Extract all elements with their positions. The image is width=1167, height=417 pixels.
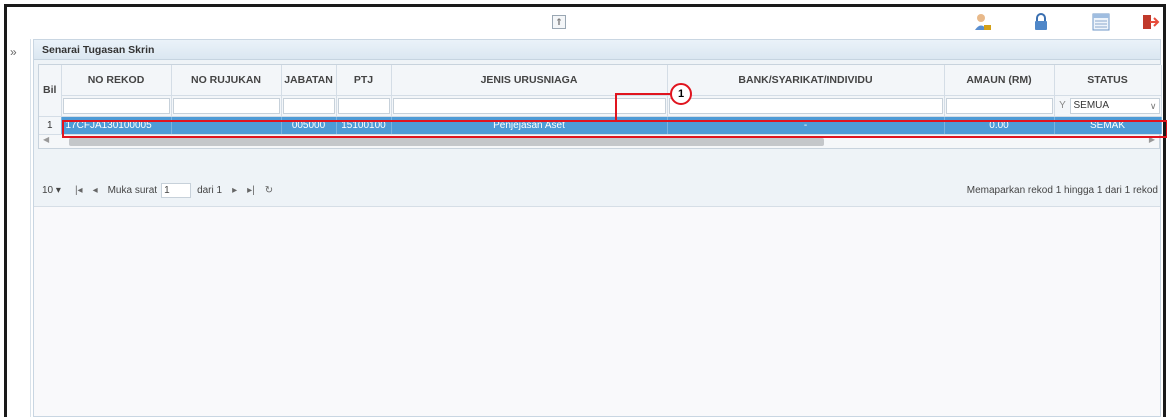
refresh-icon[interactable]: ↻ bbox=[265, 185, 273, 196]
column-header-amaun[interactable]: AMAUN (RM) bbox=[944, 65, 1055, 96]
scrollbar-thumb[interactable] bbox=[69, 138, 824, 146]
exit-icon[interactable] bbox=[1140, 12, 1160, 32]
header-row: Bil NO REKOD NO RUJUKAN JABATAN PTJ JENI… bbox=[39, 65, 1162, 117]
panel-title: Senarai Tugasan Skrin bbox=[34, 40, 1160, 60]
column-header-status[interactable]: STATUS bbox=[1054, 65, 1162, 96]
page-label: Muka surat bbox=[107, 184, 158, 196]
column-header-no-rujukan[interactable]: NO RUJUKAN bbox=[171, 65, 282, 96]
filter-amaun[interactable] bbox=[945, 97, 1053, 114]
filter-ptj[interactable] bbox=[337, 97, 390, 114]
page-total-label: dari 1 bbox=[197, 184, 223, 196]
chevron-down-icon: ∨ bbox=[1149, 100, 1157, 111]
record-info: Memaparkan rekod 1 hingga 1 dari 1 rekod bbox=[966, 184, 1158, 196]
page-number-input[interactable]: 1 bbox=[161, 182, 192, 198]
pager: 10 ▾ |◂ ◂ Muka surat 1 dari 1 ▸ ▸| ↻ Mem… bbox=[38, 180, 1160, 200]
prev-page-icon[interactable]: ◂ bbox=[93, 185, 98, 196]
callout-connector bbox=[615, 93, 673, 121]
first-page-icon[interactable]: |◂ bbox=[75, 185, 83, 196]
next-page-icon[interactable]: ▸ bbox=[232, 185, 237, 196]
expand-sidebar-icon[interactable]: » bbox=[10, 45, 17, 59]
cell-bil: 1 bbox=[39, 116, 62, 134]
filter-no-rekod[interactable] bbox=[62, 97, 170, 114]
scroll-left-icon[interactable]: ◀ bbox=[43, 135, 49, 144]
row-highlight-box bbox=[62, 120, 1167, 138]
column-header-bil[interactable]: Bil bbox=[39, 65, 62, 117]
user-profile-icon[interactable] bbox=[972, 12, 992, 32]
column-header-no-rekod[interactable]: NO REKOD bbox=[61, 65, 172, 96]
empty-content-area bbox=[34, 206, 1160, 416]
lock-icon[interactable] bbox=[1031, 12, 1051, 32]
status-filter-value: SEMUA bbox=[1073, 99, 1110, 111]
collapse-header-button[interactable]: ⇑ bbox=[552, 15, 566, 29]
status-filter-select[interactable]: SEMUA ∨ bbox=[1069, 97, 1160, 114]
task-list-panel: Senarai Tugasan Skrin Bil NO REKOD NO RU… bbox=[33, 39, 1162, 417]
filter-row: Y SEMUA ∨ bbox=[39, 95, 1162, 117]
column-header-ptj[interactable]: PTJ bbox=[336, 65, 392, 96]
filter-bank[interactable] bbox=[668, 97, 943, 114]
filter-funnel-icon[interactable]: Y bbox=[1056, 100, 1070, 111]
column-header-jenis-urusniaga[interactable]: JENIS URUSNIAGA bbox=[391, 65, 668, 96]
page-size-select[interactable]: 10 ▾ bbox=[42, 185, 61, 196]
column-header-bank[interactable]: BANK/SYARIKAT/INDIVIDU bbox=[667, 65, 945, 96]
app-window: ⇑ » Senarai Tugasan Skrin Bil NO REKOD N… bbox=[4, 4, 1167, 417]
column-header-jabatan[interactable]: JABATAN bbox=[281, 65, 337, 96]
list-view-icon[interactable] bbox=[1091, 12, 1111, 32]
last-page-icon[interactable]: ▸| bbox=[247, 185, 255, 196]
top-toolbar: ⇑ bbox=[7, 7, 1163, 39]
side-rail: » bbox=[7, 39, 31, 417]
filter-no-rujukan[interactable] bbox=[172, 97, 280, 114]
callout-badge: 1 bbox=[670, 83, 692, 105]
filter-jabatan[interactable] bbox=[282, 97, 335, 114]
